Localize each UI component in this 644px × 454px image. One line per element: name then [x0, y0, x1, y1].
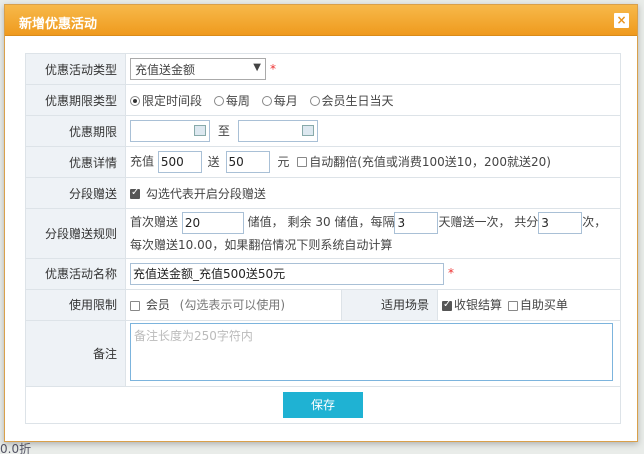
detail-unit: 元 [277, 154, 290, 169]
type-label: 优惠活动类型 [25, 53, 126, 85]
remark-label: 备注 [25, 319, 126, 387]
remain-value: 30 [315, 215, 331, 229]
period-option-range[interactable]: 限定时间段 [130, 92, 202, 109]
detail-mid: 送 [207, 154, 220, 169]
promotion-form: 优惠活动类型 充值送金额 ▼ * 优惠期限类型 限定时间段 每周 每月 会员生日… [25, 53, 621, 424]
remark-textarea[interactable] [130, 322, 613, 381]
form-actions: 保存 [25, 386, 621, 424]
calendar-icon[interactable] [194, 125, 206, 136]
gift-amount-input[interactable] [225, 151, 270, 173]
segment-checkbox[interactable]: 勾选代表开启分段赠送 [130, 187, 266, 201]
dialog-titlebar: 新增优惠活动 × [5, 5, 637, 36]
required-mark: * [448, 266, 454, 280]
limit-label: 使用限制 [25, 288, 126, 321]
end-date-picker[interactable] [237, 120, 318, 142]
scene-label: 适用场景 [341, 288, 438, 321]
detail-prefix: 充值 [130, 154, 155, 169]
checkbox-icon [297, 157, 308, 167]
calendar-icon[interactable] [301, 125, 314, 136]
start-date-picker[interactable] [130, 120, 210, 142]
period-to-text: 至 [217, 123, 230, 138]
period-option-monthly[interactable]: 每月 [261, 92, 298, 109]
first-gift-input[interactable] [181, 211, 244, 234]
checkbox-icon [507, 300, 518, 311]
parts-count-input[interactable] [538, 211, 583, 234]
segment-rule-note: 每次赠送10.00，如果翻倍情况下则系统自动计算 [130, 237, 393, 252]
checkbox-icon [130, 300, 140, 311]
period-label: 优惠期限 [25, 115, 126, 147]
radio-icon [309, 96, 320, 106]
period-option-birthday[interactable]: 会员生日当天 [309, 92, 394, 109]
checkbox-icon [442, 299, 452, 311]
type-select[interactable]: 充值送金额 ▼ [130, 58, 266, 80]
limit-note: (勾选表示可以使用) [179, 298, 286, 312]
segment-rule-label: 分段赠送规则 [25, 208, 126, 259]
save-button[interactable]: 保存 [283, 391, 363, 418]
recharge-amount-input[interactable] [157, 151, 202, 173]
type-select-value: 充值送金额 [135, 63, 196, 77]
required-mark: * [270, 61, 276, 76]
dialog-title: 新增优惠活动 [19, 17, 98, 32]
radio-icon [213, 96, 224, 106]
segment-label: 分段赠送 [25, 177, 126, 209]
auto-double-checkbox[interactable]: 自动翻倍(充值或消费100送10，200就送20) [297, 155, 551, 169]
radio-icon [130, 96, 140, 106]
member-checkbox[interactable]: 会员 [130, 298, 170, 312]
activity-name-input[interactable] [130, 262, 444, 285]
name-label: 优惠活动名称 [25, 257, 126, 290]
add-promotion-dialog: 新增优惠活动 × 优惠活动类型 充值送金额 ▼ * 优惠期限类型 限定时间段 每… [4, 4, 638, 442]
close-icon[interactable]: × [614, 13, 629, 28]
period-type-label: 优惠期限类型 [25, 84, 126, 116]
radio-icon [261, 96, 272, 106]
background-text: 0.0折 [0, 442, 32, 454]
interval-days-input[interactable] [394, 211, 439, 234]
scene-checkout-checkbox[interactable]: 收银结算 [442, 298, 502, 312]
scene-selfpay-checkbox[interactable]: 自助买单 [507, 298, 568, 312]
chevron-down-icon: ▼ [253, 62, 261, 73]
checkbox-icon [130, 187, 140, 199]
period-option-weekly[interactable]: 每周 [213, 92, 250, 109]
detail-label: 优惠详情 [25, 146, 126, 178]
